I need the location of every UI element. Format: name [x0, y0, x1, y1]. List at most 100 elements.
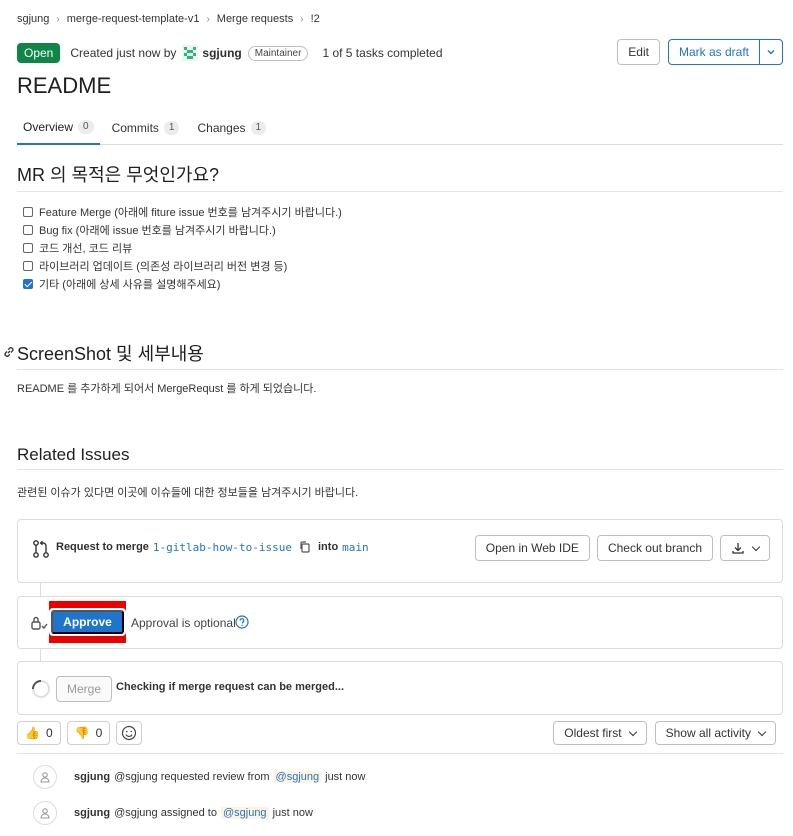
download-dropdown-button[interactable]	[720, 535, 770, 561]
sort-order-label: Oldest first	[564, 726, 622, 740]
user-icon	[33, 765, 57, 789]
mr-tabs: Overview 0 Commits 1 Changes 1	[17, 111, 783, 145]
breadcrumb-item[interactable]: Merge requests	[217, 13, 293, 25]
merge-request-actions: Open in Web IDE Check out branch	[468, 535, 770, 561]
tasks-status: 1 of 5 tasks completed	[322, 46, 443, 60]
award-emoji-bar: 👍 0 👎 0	[17, 721, 148, 745]
created-info: Created just now by sgjung Maintainer	[70, 45, 309, 61]
tab-commits[interactable]: Commits 1	[106, 111, 186, 144]
tab-changes[interactable]: Changes 1	[191, 111, 272, 144]
tab-label: Overview	[23, 120, 74, 134]
copy-icon[interactable]	[298, 540, 312, 554]
approve-highlight: Approve	[49, 601, 126, 643]
activity-author[interactable]: sgjung	[74, 807, 110, 819]
checkbox-label: 라이브러리 업데이트 (의존성 라이브러리 버전 변경 등)	[39, 261, 288, 273]
approval-icon	[31, 616, 48, 630]
activity-sort-controls: Oldest first Show all activity	[545, 721, 776, 745]
list-item: 라이브러리 업데이트 (의존성 라이브러리 버전 변경 등)	[23, 257, 342, 275]
chevron-down-icon	[751, 542, 761, 551]
tab-overview[interactable]: Overview 0	[17, 111, 100, 145]
checkbox-label: 코드 개선, 코드 리뷰	[39, 243, 133, 255]
related-issues-heading: Related Issues	[17, 445, 130, 464]
chevron-down-icon	[757, 727, 767, 736]
status-badge: Open	[17, 43, 61, 63]
breadcrumb-item[interactable]: merge-request-template-v1	[67, 13, 200, 25]
activity-filter-dropdown[interactable]: Show all activity	[654, 721, 776, 745]
tab-count: 0	[78, 120, 94, 134]
into-label: into	[318, 541, 339, 553]
request-label: Request to merge	[56, 541, 149, 553]
mr-header: Open Created just now by sgjung Maintain…	[17, 39, 783, 65]
merge-check-status: Checking if merge request can be merged.…	[116, 681, 345, 693]
tab-label: Commits	[111, 120, 159, 135]
loading-spinner-icon	[32, 680, 50, 698]
screenshot-text: README 를 추가하게 되어서 MergeRequst 를 하게 되었습니다…	[17, 383, 317, 395]
mark-as-draft-button[interactable]: Mark as draft	[667, 39, 760, 65]
activity-author[interactable]: sgjung	[74, 771, 110, 783]
activity-text: @sgjung requested review from	[114, 771, 270, 783]
chevron-right-icon: ›	[300, 13, 304, 25]
checkbox[interactable]	[23, 243, 33, 253]
edit-button[interactable]: Edit	[617, 39, 660, 65]
chevron-down-icon[interactable]	[759, 39, 783, 65]
sort-order-dropdown[interactable]: Oldest first	[553, 721, 647, 745]
open-web-ide-button[interactable]: Open in Web IDE	[474, 535, 590, 561]
divider	[17, 753, 783, 754]
author-link[interactable]: sgjung	[202, 46, 241, 60]
download-icon	[732, 543, 744, 554]
thumbs-up-button[interactable]: 👍 0	[17, 721, 61, 745]
approve-button-wrapper: Approve	[49, 608, 126, 636]
header-actions: Edit Mark as draft	[617, 39, 783, 65]
thumbs-up-icon: 👍	[25, 726, 40, 740]
activity-timestamp: just now	[272, 807, 313, 819]
task-checklist: Feature Merge (아래에 fiture issue 번호를 남겨주시…	[23, 203, 342, 293]
user-icon	[33, 801, 57, 825]
list-item: Feature Merge (아래에 fiture issue 번호를 남겨주시…	[23, 203, 342, 221]
add-reaction-button[interactable]	[116, 721, 143, 745]
approval-card: Approval is optional	[17, 596, 783, 649]
thumbs-up-count: 0	[45, 726, 53, 740]
chevron-right-icon: ›	[56, 13, 60, 25]
merge-request-icon	[33, 540, 49, 558]
check-out-branch-button[interactable]: Check out branch	[596, 535, 713, 561]
connector-line	[40, 649, 41, 661]
user-mention-link[interactable]: @sgjung	[220, 807, 269, 819]
thumbs-down-button[interactable]: 👎 0	[66, 721, 111, 745]
thumbs-down-icon: 👎	[74, 726, 90, 740]
activity-text: @sgjung assigned to	[114, 807, 217, 819]
page-title: README	[17, 73, 112, 98]
divider	[17, 191, 783, 192]
activity-filter-label: Show all activity	[665, 726, 751, 740]
divider	[17, 369, 783, 370]
checkbox[interactable]	[23, 207, 33, 217]
tab-count: 1	[163, 120, 180, 135]
list-item: 기타 (아래에 상세 사유를 설명해주세요)	[23, 275, 342, 293]
merge-request-card: Request to merge 1-gitlab-how-to-issue i…	[17, 519, 783, 583]
tab-count: 1	[250, 120, 267, 135]
breadcrumb-item[interactable]: sgjung	[17, 13, 49, 25]
merge-button[interactable]: Merge	[56, 676, 113, 702]
chevron-down-icon	[628, 727, 637, 736]
activity-item: sgjung @sgjung requested review from @sg…	[33, 765, 365, 789]
tab-label: Changes	[197, 120, 246, 135]
target-branch-link[interactable]: main	[342, 541, 369, 554]
help-icon[interactable]	[235, 615, 249, 629]
checkbox-checked[interactable]	[23, 279, 33, 289]
role-badge: Maintainer	[247, 45, 309, 61]
divider	[17, 469, 783, 470]
checkbox[interactable]	[23, 225, 33, 235]
source-branch-link[interactable]: 1-gitlab-how-to-issue	[153, 541, 292, 554]
link-icon[interactable]	[2, 345, 16, 359]
smiley-icon	[122, 725, 137, 741]
checkbox[interactable]	[23, 261, 33, 271]
approve-button[interactable]: Approve	[51, 610, 124, 634]
user-mention-link[interactable]: @sgjung	[273, 771, 322, 783]
breadcrumb-item[interactable]: !2	[311, 13, 320, 25]
activity-timestamp: just now	[325, 771, 366, 783]
list-item: 코드 개선, 코드 리뷰	[23, 239, 342, 257]
author-avatar-icon[interactable]	[182, 45, 199, 61]
checkbox-label: Feature Merge (아래에 fiture issue 번호를 남겨주시…	[39, 207, 342, 219]
created-text: Created just now by	[70, 46, 177, 60]
breadcrumb: sgjung › merge-request-template-v1 › Mer…	[17, 13, 320, 25]
chevron-right-icon: ›	[206, 13, 210, 25]
